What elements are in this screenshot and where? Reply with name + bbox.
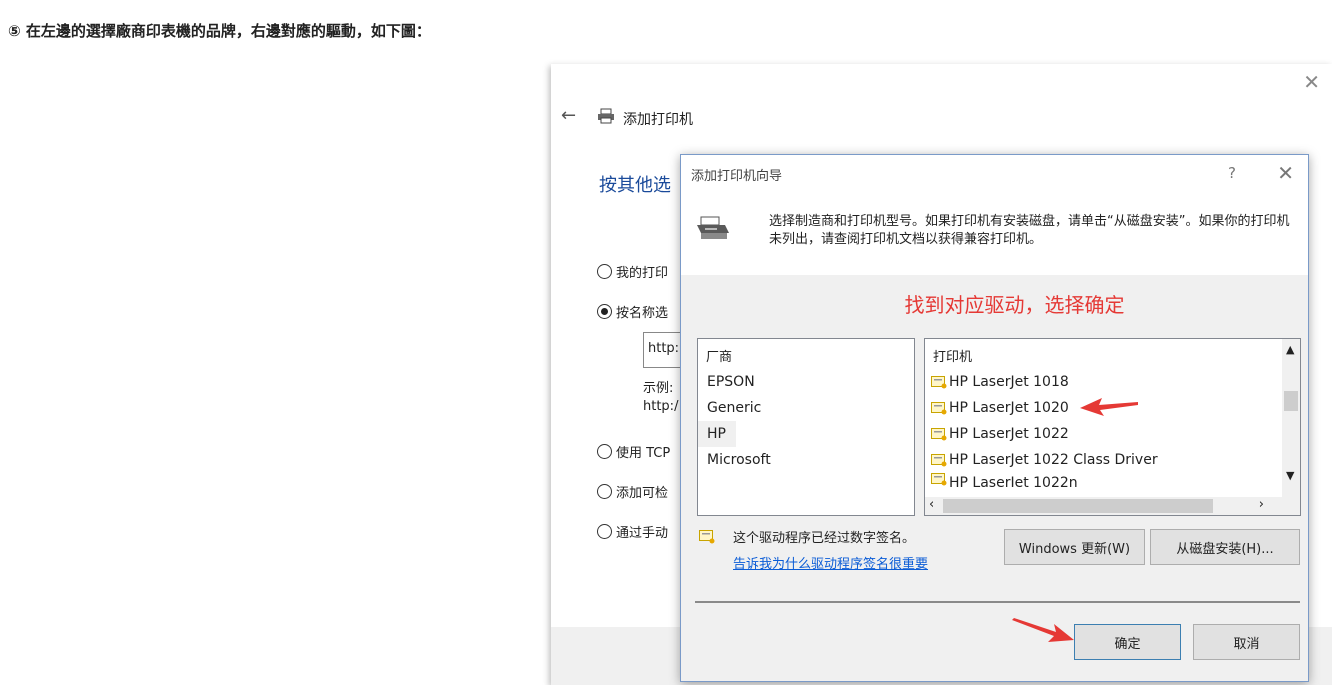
option-discoverable[interactable]: 添加可检 xyxy=(597,482,668,501)
manufacturer-list[interactable]: 厂商 EPSON Generic HP Microsoft xyxy=(697,338,915,516)
dialog-title: 添加打印机向导 xyxy=(691,169,783,184)
certificate-icon xyxy=(931,375,947,388)
window-close-icon[interactable]: ✕ xyxy=(1303,70,1320,94)
windows-update-button[interactable]: Windows 更新(W) xyxy=(1004,529,1145,565)
have-disk-button[interactable]: 从磁盘安装(H)... xyxy=(1150,529,1300,565)
certificate-icon xyxy=(931,427,947,440)
list-item[interactable]: Generic xyxy=(698,395,914,421)
signature-info-link[interactable]: 告诉我为什么驱动程序签名很重要 xyxy=(733,553,928,572)
list-item-selected[interactable]: HP xyxy=(698,421,736,447)
cancel-button[interactable]: 取消 xyxy=(1193,624,1300,660)
printer-header: 打印机 xyxy=(933,350,973,365)
step-instruction: ⑤ 在左邊的選擇廠商印表機的品牌，右邊對應的驅動，如下圖： xyxy=(8,22,431,40)
scroll-right-icon[interactable]: › xyxy=(1259,497,1264,512)
printer-icon xyxy=(598,108,614,124)
back-arrow-icon[interactable]: ← xyxy=(561,105,576,126)
scroll-thumb[interactable] xyxy=(943,499,1213,513)
option-manual[interactable]: 通过手动 xyxy=(597,522,668,541)
signature-certificate-icon xyxy=(699,530,715,544)
scroll-left-icon[interactable]: ‹ xyxy=(929,497,934,512)
dialog-close-icon[interactable]: ✕ xyxy=(1277,161,1294,185)
radio-button[interactable] xyxy=(597,444,612,459)
radio-button[interactable] xyxy=(597,264,612,279)
list-item[interactable]: EPSON xyxy=(698,369,914,395)
signature-status: 这个驱动程序已经过数字签名。 xyxy=(733,531,916,546)
option-my-printer[interactable]: 我的打印 xyxy=(597,262,668,281)
help-button[interactable]: ? xyxy=(1228,164,1236,182)
certificate-icon xyxy=(931,473,947,486)
annotation-text: 找到对应驱动，选择确定 xyxy=(904,293,1125,317)
manufacturer-header: 厂商 xyxy=(706,350,733,365)
radio-button[interactable] xyxy=(597,524,612,539)
vertical-scrollbar[interactable]: ▲ ▼ xyxy=(1282,339,1300,497)
annotation-arrow-icon xyxy=(1080,398,1138,416)
list-item[interactable]: HP LaserJet 1018 xyxy=(925,369,1300,395)
page-heading: 按其他选 xyxy=(599,175,671,196)
divider xyxy=(695,601,1300,603)
scroll-up-icon[interactable]: ▲ xyxy=(1286,343,1294,356)
scroll-thumb[interactable] xyxy=(1284,391,1298,411)
certificate-icon xyxy=(931,453,947,466)
annotation-arrow-icon xyxy=(1012,618,1074,642)
scroll-down-icon[interactable]: ▼ xyxy=(1286,469,1294,482)
add-printer-driver-dialog: 添加打印机向导 ? ✕ 选择制造商和打印机型号。如果打印机有安装磁盘，请单击“从… xyxy=(680,154,1309,682)
dialog-header: 选择制造商和打印机型号。如果打印机有安装磁盘，请单击“从磁盘安装”。如果你的打印… xyxy=(681,193,1308,275)
horizontal-scrollbar[interactable]: ‹ › xyxy=(925,497,1300,515)
option-tcp[interactable]: 使用 TCP xyxy=(597,442,670,461)
certificate-icon xyxy=(931,401,947,414)
instruction-text: 选择制造商和打印机型号。如果打印机有安装磁盘，请单击“从磁盘安装”。如果你的打印… xyxy=(769,214,1290,247)
list-item[interactable]: HP LaserJet 1022 Class Driver xyxy=(925,447,1300,473)
example-text: 示例: http:/ xyxy=(643,381,679,414)
printer-wizard-icon xyxy=(697,216,729,239)
list-item[interactable]: HP LaserJet 1022 xyxy=(925,421,1300,447)
radio-button[interactable] xyxy=(597,484,612,499)
window-title: 添加打印机 xyxy=(623,112,693,128)
list-item[interactable]: Microsoft xyxy=(698,447,914,473)
ok-button[interactable]: 确定 xyxy=(1074,624,1181,660)
radio-button[interactable] xyxy=(597,304,612,319)
printer-list[interactable]: 打印机 HP LaserJet 1018 HP LaserJet 1020 HP… xyxy=(924,338,1301,516)
dialog-titlebar: 添加打印机向导 ? ✕ xyxy=(681,155,1308,193)
list-item[interactable]: HP LaserJet 1022n xyxy=(925,473,1300,487)
option-select-by-name[interactable]: 按名称选 xyxy=(597,302,668,321)
